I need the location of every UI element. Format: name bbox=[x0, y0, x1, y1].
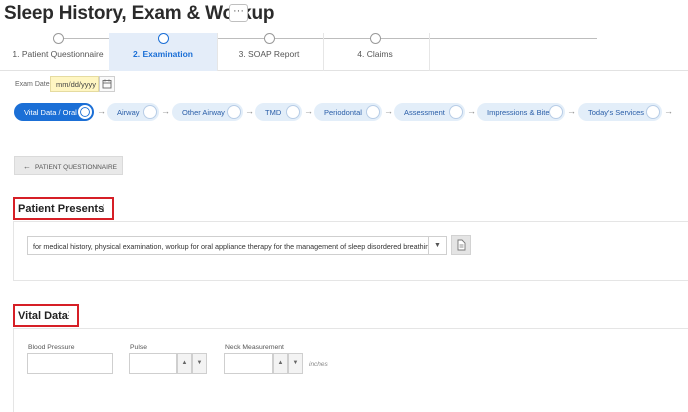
toggle-knob bbox=[286, 105, 300, 119]
dropdown-button[interactable]: ▼ bbox=[429, 236, 447, 255]
document-icon bbox=[457, 239, 466, 251]
caret-up-icon: ▲ bbox=[277, 360, 284, 366]
arrow-right-icon: → bbox=[161, 106, 170, 116]
step-circle-icon bbox=[369, 33, 381, 44]
arrow-right-icon: → bbox=[304, 106, 313, 116]
toggle-knob bbox=[143, 105, 157, 119]
subtab-vital-data-oral[interactable]: Vital Data / Oral bbox=[14, 103, 94, 121]
calendar-button[interactable] bbox=[99, 76, 115, 92]
tab-claims[interactable]: 4. Claims bbox=[321, 33, 430, 71]
vital-data-card bbox=[13, 328, 688, 412]
document-button[interactable] bbox=[451, 235, 471, 255]
step-circle-icon bbox=[52, 33, 64, 44]
caret-down-icon: ▼ bbox=[434, 242, 441, 249]
subtab-tmd[interactable]: TMD bbox=[255, 103, 302, 121]
toggle-knob bbox=[78, 105, 92, 119]
step-tabs: 1. Patient Questionnaire 2. Examination … bbox=[0, 29, 688, 71]
patient-questionnaire-button[interactable]: ← PATIENT QUESTIONNAIRE bbox=[14, 156, 123, 175]
toggle-knob bbox=[646, 105, 660, 119]
blood-pressure-label: Blood Pressure bbox=[28, 344, 75, 351]
caret-down-icon: ▼ bbox=[196, 360, 203, 366]
neck-measurement-label: Neck Measurement bbox=[225, 344, 284, 351]
subtab-other-airway[interactable]: Other Airway bbox=[172, 103, 243, 121]
arrow-right-icon: → bbox=[567, 106, 576, 116]
tab-patient-questionnaire[interactable]: 1. Patient Questionnaire bbox=[4, 33, 113, 71]
arrow-right-icon: → bbox=[467, 106, 476, 116]
toggle-knob bbox=[449, 105, 463, 119]
neck-decrement-button[interactable]: ▼ bbox=[288, 353, 303, 374]
blood-pressure-input[interactable] bbox=[27, 353, 113, 374]
subtab-periodontal[interactable]: Periodontal bbox=[314, 103, 382, 121]
step-circle-icon bbox=[157, 33, 169, 44]
exam-date-input[interactable]: mm/dd/yyyy bbox=[50, 76, 99, 92]
arrow-right-icon: → bbox=[245, 106, 254, 116]
subtab-todays-services[interactable]: Today's Services bbox=[578, 103, 662, 121]
tab-examination[interactable]: 2. Examination bbox=[109, 33, 218, 71]
tab-soap-report[interactable]: 3. SOAP Report bbox=[215, 33, 324, 71]
subtab-assessment[interactable]: Assessment bbox=[394, 103, 465, 121]
vital-data-header: Vital Data ⋮ bbox=[13, 304, 79, 327]
pulse-label: Pulse bbox=[130, 344, 148, 351]
neck-measurement-input[interactable] bbox=[224, 353, 273, 374]
more-options-button[interactable]: ··· bbox=[229, 4, 248, 22]
pulse-decrement-button[interactable]: ▼ bbox=[192, 353, 207, 374]
exam-date-label: Exam Date bbox=[15, 81, 50, 88]
toggle-knob bbox=[549, 105, 563, 119]
arrow-left-icon: ← bbox=[23, 162, 31, 171]
neck-unit-label: inches bbox=[309, 361, 328, 368]
caret-down-icon: ▼ bbox=[292, 360, 299, 366]
patient-presents-select[interactable]: for medical history, physical examinatio… bbox=[27, 236, 429, 255]
kebab-menu-icon[interactable]: ⋮ bbox=[64, 310, 73, 321]
caret-up-icon: ▲ bbox=[181, 360, 188, 366]
arrow-right-icon: → bbox=[97, 106, 106, 116]
calendar-icon bbox=[102, 79, 112, 89]
subtab-impressions-bite[interactable]: Impressions & Bite bbox=[477, 103, 565, 121]
arrow-right-icon: → bbox=[384, 106, 393, 116]
neck-increment-button[interactable]: ▲ bbox=[273, 353, 288, 374]
toggle-knob bbox=[227, 105, 241, 119]
subtab-airway[interactable]: Airway bbox=[107, 103, 159, 121]
pulse-input[interactable] bbox=[129, 353, 177, 374]
arrow-right-icon: → bbox=[664, 106, 673, 116]
pulse-increment-button[interactable]: ▲ bbox=[177, 353, 192, 374]
kebab-menu-icon[interactable]: ⋮ bbox=[99, 203, 108, 214]
step-circle-icon bbox=[263, 33, 275, 44]
patient-presents-header: Patient Presents ⋮ bbox=[13, 197, 114, 220]
toggle-knob bbox=[366, 105, 380, 119]
